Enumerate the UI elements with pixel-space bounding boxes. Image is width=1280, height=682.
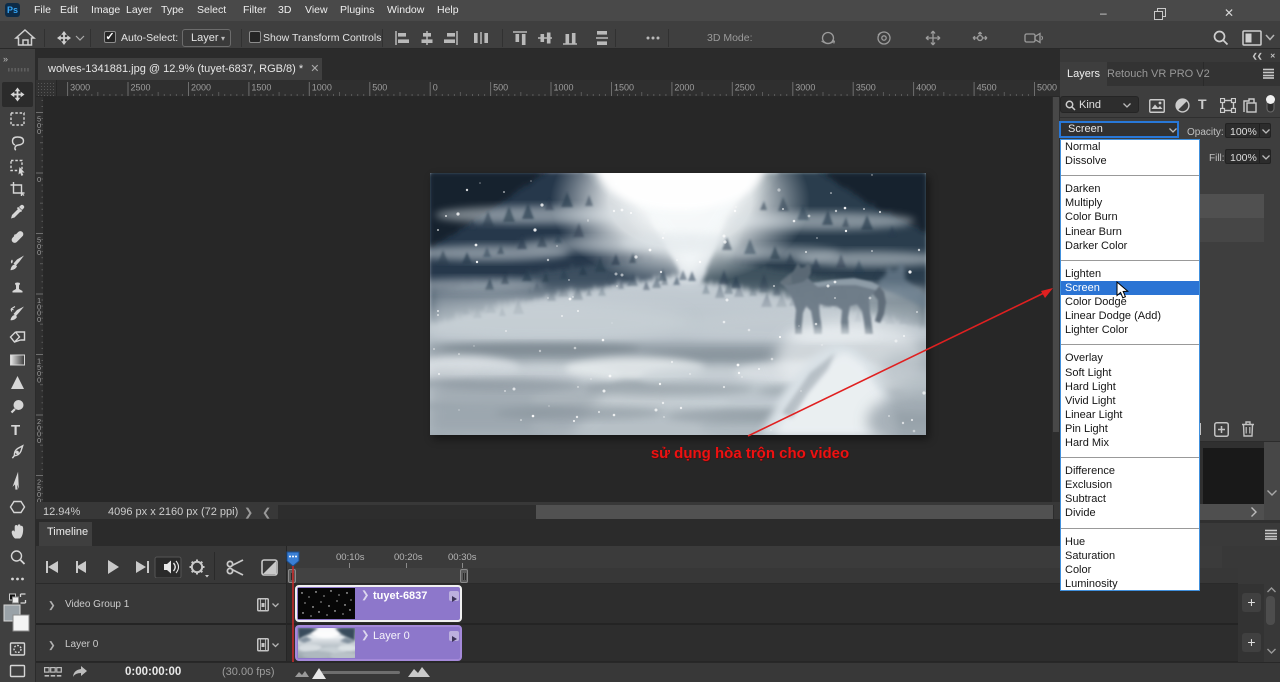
- svg-text:0: 0: [37, 175, 41, 184]
- svg-text:1500: 1500: [614, 83, 634, 93]
- svg-text:1500: 1500: [251, 83, 271, 93]
- svg-text:1000: 1000: [312, 83, 332, 93]
- svg-text:0: 0: [433, 83, 438, 93]
- svg-text:2000: 2000: [191, 83, 211, 93]
- svg-text:2500: 2500: [131, 83, 151, 93]
- svg-text:0: 0: [37, 315, 41, 324]
- svg-text:2000: 2000: [674, 83, 694, 93]
- svg-text:»: »: [3, 54, 8, 64]
- svg-text:0: 0: [37, 248, 41, 257]
- svg-text:3000: 3000: [795, 83, 815, 93]
- svg-text:T: T: [11, 422, 20, 439]
- svg-text:500: 500: [372, 83, 387, 93]
- svg-text:3500: 3500: [856, 83, 876, 93]
- svg-text:1000: 1000: [554, 83, 574, 93]
- svg-text:5000: 5000: [1037, 83, 1057, 93]
- svg-text:2500: 2500: [735, 83, 755, 93]
- svg-text:500: 500: [493, 83, 508, 93]
- svg-text:0: 0: [37, 375, 41, 384]
- svg-text:0: 0: [37, 436, 41, 445]
- svg-text:4500: 4500: [977, 83, 997, 93]
- svg-text:3000: 3000: [70, 83, 90, 93]
- svg-text:0: 0: [37, 127, 41, 136]
- svg-text:4000: 4000: [916, 83, 936, 93]
